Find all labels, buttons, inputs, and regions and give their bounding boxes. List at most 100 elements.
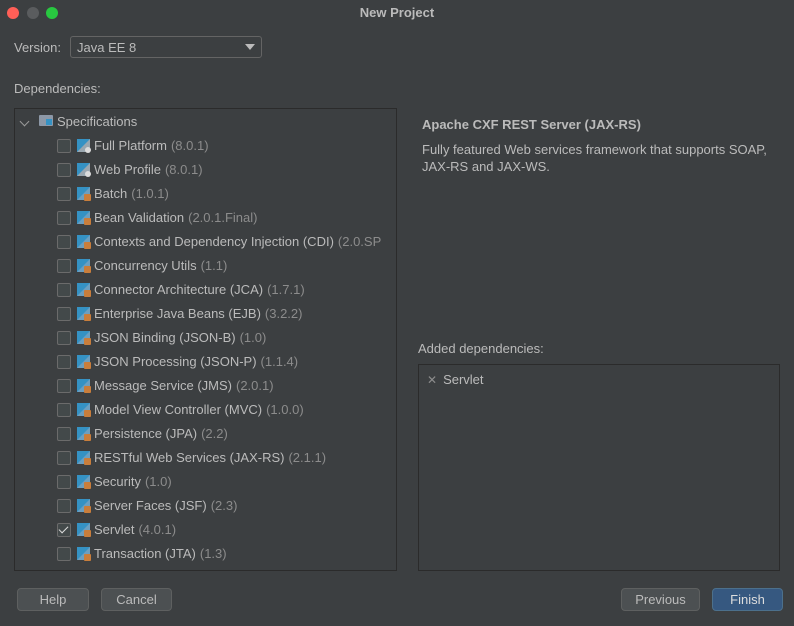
dependency-name: Connector Architecture (JCA) [94, 282, 264, 297]
dependency-checkbox[interactable] [57, 259, 71, 273]
added-dependency-label: Servlet [443, 372, 484, 387]
dependency-checkbox[interactable] [57, 523, 71, 537]
dependency-row[interactable]: Bean Validation (2.0.1.Final) [57, 209, 396, 229]
module-icon [77, 307, 91, 321]
dependency-version: (2.2) [201, 426, 228, 441]
dependency-row[interactable]: Persistence (JPA) (2.2) [57, 425, 396, 445]
version-label: Version: [14, 40, 61, 55]
module-icon [77, 451, 91, 465]
dependency-row[interactable]: Enterprise Java Beans (EJB) (3.2.2) [57, 305, 396, 325]
dependency-checkbox[interactable] [57, 139, 71, 153]
dependency-row[interactable]: Batch (1.0.1) [57, 185, 396, 205]
dependency-row[interactable]: Servlet (4.0.1) [57, 521, 396, 541]
dependency-version: (1.0.1) [131, 186, 169, 201]
window-title: New Project [359, 5, 435, 20]
help-button[interactable]: Help [17, 588, 89, 611]
dependency-version: (3.2.2) [264, 306, 303, 321]
dependency-label: Concurrency Utils (1.1) [94, 258, 227, 273]
dependency-label: Server Faces (JSF) (2.3) [94, 498, 237, 513]
dependency-checkbox[interactable] [57, 211, 71, 225]
dependency-row[interactable]: JSON Processing (JSON-P) (1.1.4) [57, 353, 396, 373]
dependency-checkbox[interactable] [57, 307, 71, 321]
dependency-checkbox[interactable] [57, 163, 71, 177]
dependency-name: Concurrency Utils [94, 258, 197, 273]
dependency-name: JSON Binding (JSON-B) [94, 330, 236, 345]
dependency-checkbox[interactable] [57, 403, 71, 417]
dependency-row[interactable]: JSON Binding (JSON-B) (1.0) [57, 329, 396, 349]
module-icon [77, 211, 91, 225]
chevron-down-icon [245, 44, 255, 50]
folder-icon [39, 115, 53, 126]
dependency-row[interactable]: Web Profile (8.0.1) [57, 161, 396, 181]
dependency-checkbox[interactable] [57, 379, 71, 393]
dependency-label: Servlet (4.0.1) [94, 522, 176, 537]
dependency-checkbox[interactable] [57, 451, 71, 465]
dependency-row[interactable]: Security (1.0) [57, 473, 396, 493]
dependency-row[interactable]: RESTful Web Services (JAX-RS) (2.1.1) [57, 449, 396, 469]
module-icon [77, 499, 91, 513]
dependency-row[interactable]: Concurrency Utils (1.1) [57, 257, 396, 277]
description-title: Apache CXF REST Server (JAX-RS) [422, 117, 641, 132]
module-icon [77, 139, 91, 153]
dependency-checkbox[interactable] [57, 355, 71, 369]
dependency-version: (1.0) [144, 474, 172, 489]
dependency-label: Message Service (JMS) (2.0.1) [94, 378, 274, 393]
dependency-row[interactable]: Transaction (JTA) (1.3) [57, 545, 396, 565]
dependency-label: Model View Controller (MVC) (1.0.0) [94, 402, 304, 417]
dependencies-tree[interactable]: Specifications Full Platform (8.0.1) Web P… [14, 108, 397, 571]
dependency-name: JSON Processing (JSON-P) [94, 354, 257, 369]
dependency-label: Enterprise Java Beans (EJB) (3.2.2) [94, 306, 302, 321]
dependency-row[interactable]: Model View Controller (MVC) (1.0.0) [57, 401, 396, 421]
added-dependency-item[interactable]: ✕ Servlet [427, 372, 484, 387]
previous-button[interactable]: Previous [621, 588, 700, 611]
dependency-label: Batch (1.0.1) [94, 186, 169, 201]
title-bar: New Project [0, 0, 794, 26]
dependency-name: Batch [94, 186, 128, 201]
dependency-row[interactable]: Contexts and Dependency Injection (CDI)(… [57, 233, 396, 253]
dependency-row[interactable]: Connector Architecture (JCA) (1.7.1) [57, 281, 396, 301]
remove-icon[interactable]: ✕ [427, 373, 437, 387]
dependency-version: (2.1.1) [288, 450, 327, 465]
module-icon [77, 403, 91, 417]
dependency-name: Persistence (JPA) [94, 426, 198, 441]
dependency-row[interactable]: Full Platform (8.0.1) [57, 137, 396, 157]
dependency-checkbox[interactable] [57, 547, 71, 561]
dependency-name: Web Profile [94, 162, 161, 177]
module-icon [77, 235, 91, 249]
dependency-label: JSON Processing (JSON-P) (1.1.4) [94, 354, 298, 369]
dependency-label: Security (1.0) [94, 474, 172, 489]
dependency-version: (1.1) [200, 258, 228, 273]
version-value: Java EE 8 [77, 40, 137, 55]
dependency-version: (1.7.1) [267, 282, 305, 297]
dependency-label: Persistence (JPA) (2.2) [94, 426, 228, 441]
dependency-name: Bean Validation [94, 210, 185, 225]
dependency-row[interactable]: Server Faces (JSF) (2.3) [57, 497, 396, 517]
dependency-name: Enterprise Java Beans (EJB) [94, 306, 261, 321]
dependency-checkbox[interactable] [57, 235, 71, 249]
dependency-version: (2.0.1.Final) [188, 210, 258, 225]
dependency-version: (1.0.0) [266, 402, 304, 417]
dependency-checkbox[interactable] [57, 331, 71, 345]
dependency-checkbox[interactable] [57, 475, 71, 489]
finish-button[interactable]: Finish [712, 588, 783, 611]
dependency-label: Bean Validation (2.0.1.Final) [94, 210, 257, 225]
dependency-label: Web Profile (8.0.1) [94, 162, 203, 177]
dependency-name: Model View Controller (MVC) [94, 402, 263, 417]
dependency-checkbox[interactable] [57, 499, 71, 513]
dependency-name: RESTful Web Services (JAX-RS) [94, 450, 285, 465]
dependency-checkbox[interactable] [57, 187, 71, 201]
dependency-name: Contexts and Dependency Injection (CDI) [94, 234, 334, 249]
version-select[interactable]: Java EE 8 [70, 36, 262, 58]
dependency-checkbox[interactable] [57, 283, 71, 297]
dependency-name: Server Faces (JSF) [94, 498, 207, 513]
expand-arrow-icon[interactable] [19, 116, 30, 127]
dependency-label: RESTful Web Services (JAX-RS) (2.1.1) [94, 450, 326, 465]
dependency-version: (1.0) [239, 330, 267, 345]
dependency-row[interactable]: Message Service (JMS) (2.0.1) [57, 377, 396, 397]
module-icon [77, 379, 91, 393]
dependency-checkbox[interactable] [57, 427, 71, 441]
cancel-button[interactable]: Cancel [101, 588, 172, 611]
dependency-name: Message Service (JMS) [94, 378, 232, 393]
module-icon [77, 355, 91, 369]
dependencies-label: Dependencies: [14, 81, 101, 96]
